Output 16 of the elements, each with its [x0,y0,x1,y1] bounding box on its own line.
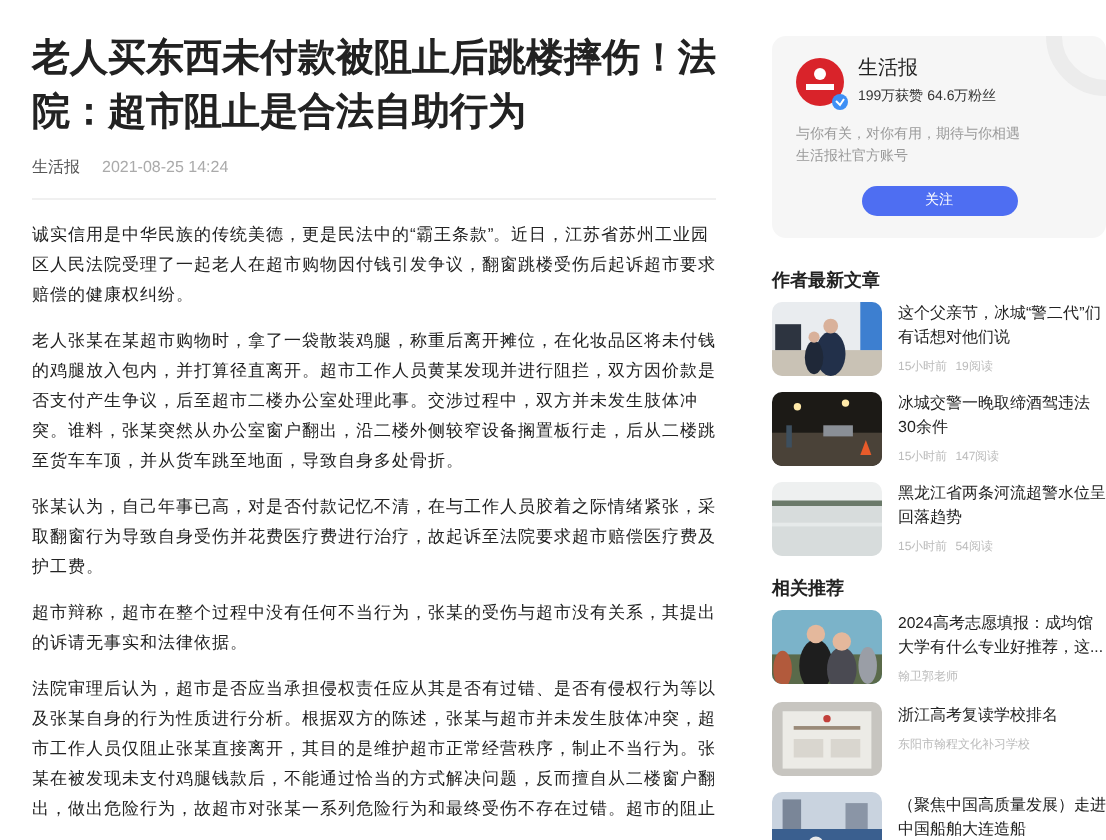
paragraph: 超市辩称，超市在整个过程中没有任何不当行为，张某的受伤与超市没有关系，其提出的诉请无事实和法律依据。 [32,600,716,656]
article-link[interactable]: 这个父亲节，冰城“警二代”们有话想对他们说 [898,302,1106,350]
article-link[interactable]: 冰城交警一晚取缔酒驾违法30余件 [898,392,1106,440]
section-heading: 作者最新文章 [772,270,882,292]
source-link[interactable]: 生活报 [32,158,80,178]
paragraph: 诚实信用是中华民族的传统美德，更是民法中的“霸王条款”。近日，江苏省苏州工业园区人民法院受理了一起老人在超市购物因付钱引发争议，翻窗跳楼受伤后起诉超市要求赔偿的健康权纠纷。 [32,222,716,308]
section-heading: 相关推荐 [772,578,846,600]
verified-icon [832,94,848,110]
publish-date: 2021-08-25 14:24 [102,158,229,178]
author-name[interactable]: 生活报 [858,58,997,82]
paragraph: 法院审理后认为，超市是否应当承担侵权责任应从其是否有过错、是否有侵权行为等以及张某自身的行为性质进行分析。根据双方的陈述，张某与超市并未发生肢体冲突，超市工作人员仅阻止张某直接离开，其目的是维护超市正常经营秩序，制止不当行为。张某在被发现未支付鸡腿钱款后，不能通过恰当的方式解决问题，反而擅自从二楼窗户翻出，做出危险行为，故超市对张某一系列危险行为和最终受伤不存在过错。超市的阻止 [32,676,716,822]
paragraph: 老人张某在某超市购物时，拿了一袋散装鸡腿，称重后离开摊位，在化妆品区将未付钱的鸡腿放入包内，并打算径直离开。超市工作人员黄某发现并进行阻拦，双方因价款是否支付产生争议，后至超市二楼办公室处理此事。交涉过程中，双方并未发生肢体冲突。谁料，张某突然从办公室窗户翻出，沿二楼外侧较窄设备搁置板行走，后从二楼跳至货车车顶，并从货车跳至地面，导致自身多处骨折。 [32,328,716,474]
avatar-icon [796,58,844,106]
article-title: 老人买东西未付款被阻止后跳楼摔伤！法院：超市阻止是合法自助行为 [32,34,716,138]
paragraph: 张某认为，自己年事已高，对是否付款记忆不清，在与工作人员胶着之际情绪紧张，采取翻窗行为导致自身受伤并花费医疗费进行治疗，故起诉至法院要求超市赔偿医疗费及护工费。 [32,494,716,580]
article-link[interactable]: 黑龙江省两条河流超警水位呈回落趋势 [898,482,1106,530]
